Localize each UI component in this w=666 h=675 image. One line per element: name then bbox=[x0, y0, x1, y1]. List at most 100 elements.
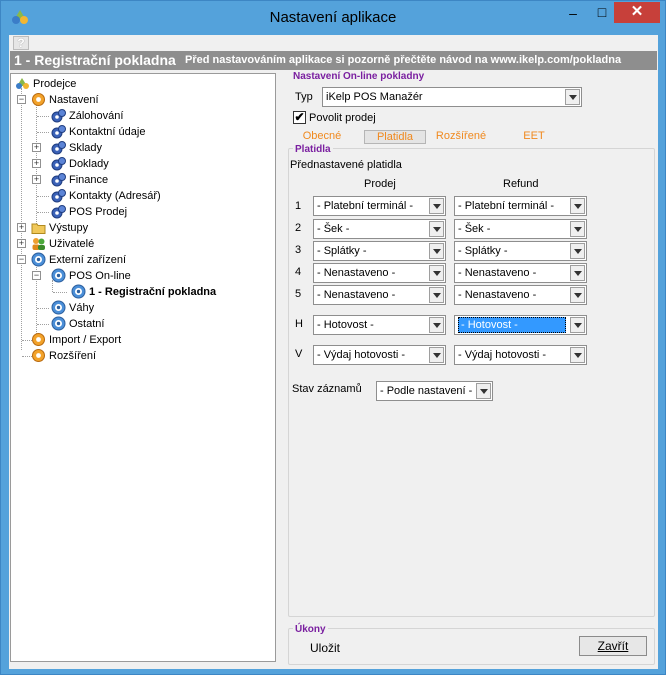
select-value: - Výdaj hotovosti - bbox=[317, 349, 406, 361]
row-key: 5 bbox=[295, 288, 302, 300]
chevron-down-icon[interactable] bbox=[429, 265, 444, 281]
select-value: - Výdaj hotovosti - bbox=[458, 349, 547, 361]
tree-item-vystupy[interactable]: Výstupy bbox=[31, 220, 88, 236]
settings-tree[interactable]: Prodejce − Nastavení Zálohování Kontaktn… bbox=[10, 73, 276, 662]
enable-sales-checkbox[interactable]: ✔ bbox=[293, 111, 306, 124]
tree-item-pos-online[interactable]: POS On-line bbox=[51, 268, 131, 284]
prodej-select-3[interactable]: - Splátky - bbox=[313, 241, 446, 261]
expand-toggle[interactable]: + bbox=[17, 239, 26, 248]
tree-item-sklady[interactable]: Sklady bbox=[51, 140, 102, 156]
collapse-toggle[interactable]: − bbox=[17, 95, 26, 104]
chevron-down-icon[interactable] bbox=[429, 347, 444, 363]
device-icon bbox=[31, 252, 46, 267]
tree-item-pos-prodej[interactable]: POS Prodej bbox=[51, 204, 127, 220]
chevron-down-icon[interactable] bbox=[570, 198, 585, 214]
tree-item-nastaveni[interactable]: Nastavení bbox=[31, 92, 99, 108]
type-select[interactable]: iKelp POS Manažér bbox=[322, 87, 582, 107]
tree-item-prodejce[interactable]: Prodejce bbox=[15, 76, 76, 92]
tree-item-import-export[interactable]: Import / Export bbox=[31, 332, 121, 348]
blue-gears-icon bbox=[51, 124, 66, 139]
prodej-select-v[interactable]: - Výdaj hotovosti - bbox=[313, 345, 446, 365]
blue-gears-icon bbox=[51, 140, 66, 155]
tab-platidla[interactable]: Platidla bbox=[364, 130, 426, 144]
select-value: - Šek - bbox=[458, 223, 491, 235]
tree-item-label: Kontaktní údaje bbox=[69, 126, 146, 138]
tree-connector bbox=[37, 212, 49, 213]
select-value: - Nenastaveno - bbox=[458, 289, 537, 301]
tree-item-externi-zarizeni[interactable]: Externí zařízení bbox=[31, 252, 126, 268]
column-header-refund: Refund bbox=[503, 178, 539, 190]
maximize-button[interactable]: □ bbox=[589, 4, 615, 26]
tree-item-label: Váhy bbox=[69, 302, 95, 314]
chevron-down-icon[interactable] bbox=[570, 317, 585, 333]
chevron-down-icon[interactable] bbox=[565, 89, 580, 105]
chevron-down-icon[interactable] bbox=[570, 243, 585, 259]
chevron-down-icon[interactable] bbox=[570, 221, 585, 237]
tree-item-finance[interactable]: Finance bbox=[51, 172, 108, 188]
tree-item-vahy[interactable]: Váhy bbox=[51, 300, 94, 316]
expand-toggle[interactable]: + bbox=[32, 175, 41, 184]
chevron-down-icon[interactable] bbox=[570, 265, 585, 281]
prodej-select-2[interactable]: - Šek - bbox=[313, 219, 446, 239]
tree-item-doklady[interactable]: Doklady bbox=[51, 156, 109, 172]
tree-item-zalohovani[interactable]: Zálohování bbox=[51, 108, 123, 124]
tree-item-rozsireni[interactable]: Rozšíření bbox=[31, 348, 96, 364]
prodej-select-1[interactable]: - Platební terminál - bbox=[313, 196, 446, 216]
chevron-down-icon[interactable] bbox=[570, 287, 585, 303]
tree-item-kontaktni-udaje[interactable]: Kontaktní údaje bbox=[51, 124, 145, 140]
prodej-select-4[interactable]: - Nenastaveno - bbox=[313, 263, 446, 283]
expand-toggle[interactable]: + bbox=[32, 159, 41, 168]
prodej-select-5[interactable]: - Nenastaveno - bbox=[313, 285, 446, 305]
refund-select-2[interactable]: - Šek - bbox=[454, 219, 587, 239]
client-area: ? 1 - Registrační pokladna Před nastavov… bbox=[9, 35, 658, 669]
close-button[interactable]: Zavřít bbox=[579, 636, 647, 656]
expand-toggle[interactable]: + bbox=[17, 223, 26, 232]
refund-select-v[interactable]: - Výdaj hotovosti - bbox=[454, 345, 587, 365]
title-bar[interactable]: Nastavení aplikace – □ ✕ bbox=[1, 1, 665, 35]
users-icon bbox=[31, 236, 46, 251]
refund-select-5[interactable]: - Nenastaveno - bbox=[454, 285, 587, 305]
chevron-down-icon[interactable] bbox=[429, 198, 444, 214]
chevron-down-icon[interactable] bbox=[429, 221, 444, 237]
tree-connector bbox=[37, 196, 49, 197]
row-key: 4 bbox=[295, 266, 302, 278]
refund-select-1[interactable]: - Platební terminál - bbox=[454, 196, 587, 216]
chevron-down-icon[interactable] bbox=[429, 317, 444, 333]
orange-gear-icon bbox=[31, 348, 46, 363]
refund-select-h[interactable]: - Hotovost - bbox=[454, 315, 587, 335]
collapse-toggle[interactable]: − bbox=[17, 255, 26, 264]
actions-group-title: Úkony bbox=[293, 624, 328, 635]
row-key: 2 bbox=[295, 222, 302, 234]
select-value: - Nenastaveno - bbox=[458, 267, 537, 279]
refund-select-3[interactable]: - Splátky - bbox=[454, 241, 587, 261]
chevron-down-icon[interactable] bbox=[476, 383, 491, 399]
online-group-title: Nastavení On-line pokladny bbox=[293, 71, 425, 82]
tree-item-registracni-pokladna[interactable]: 1 - Registrační pokladna bbox=[71, 284, 216, 300]
prodej-select-h[interactable]: - Hotovost - bbox=[313, 315, 446, 335]
tree-item-kontakty[interactable]: Kontakty (Adresář) bbox=[51, 188, 161, 204]
tree-connector bbox=[53, 292, 67, 293]
tab-eet[interactable]: EET bbox=[514, 130, 554, 144]
save-button[interactable]: Uložit bbox=[310, 641, 340, 655]
collapse-toggle[interactable]: − bbox=[32, 271, 41, 280]
expand-toggle[interactable]: + bbox=[32, 143, 41, 152]
tab-rozsirene[interactable]: Rozšířené bbox=[433, 130, 489, 144]
preset-heading: Přednastavené platidla bbox=[290, 159, 402, 171]
tree-item-uzivatele[interactable]: Uživatelé bbox=[31, 236, 94, 252]
blue-gears-icon bbox=[51, 172, 66, 187]
record-state-label: Stav záznamů bbox=[292, 383, 362, 395]
refund-select-4[interactable]: - Nenastaveno - bbox=[454, 263, 587, 283]
record-state-select[interactable]: - Podle nastavení - bbox=[376, 381, 493, 401]
chevron-down-icon[interactable] bbox=[570, 347, 585, 363]
close-button-label: Zavřít bbox=[597, 639, 629, 653]
minimize-button[interactable]: – bbox=[559, 5, 587, 27]
help-button[interactable]: ? bbox=[13, 36, 29, 50]
tree-item-label: POS On-line bbox=[69, 270, 131, 282]
chevron-down-icon[interactable] bbox=[429, 243, 444, 259]
chevron-down-icon[interactable] bbox=[429, 287, 444, 303]
close-window-button[interactable]: ✕ bbox=[614, 2, 660, 23]
banner-note: Před nastavováním aplikace si pozorně př… bbox=[185, 54, 622, 66]
tab-obecne[interactable]: Obecné bbox=[297, 130, 347, 144]
platidla-group-title: Platidla bbox=[293, 144, 333, 155]
tree-item-ostatni[interactable]: Ostatní bbox=[51, 316, 104, 332]
